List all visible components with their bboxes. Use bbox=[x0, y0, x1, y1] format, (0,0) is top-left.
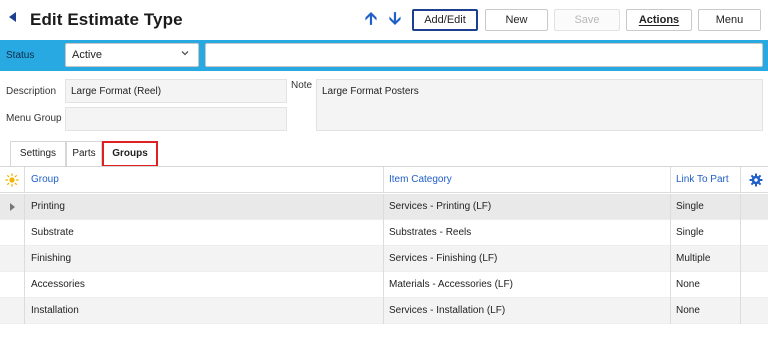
cell-link-to-part: Single bbox=[676, 201, 704, 212]
column-separator bbox=[383, 272, 384, 298]
status-text-input[interactable] bbox=[205, 43, 763, 67]
cell-link-to-part: None bbox=[676, 305, 700, 316]
cell-item-category: Materials - Accessories (LF) bbox=[389, 279, 513, 290]
table-row[interactable]: Accessories Materials - Accessories (LF)… bbox=[0, 272, 768, 298]
table-row[interactable]: Installation Services - Installation (LF… bbox=[0, 298, 768, 324]
expand-triangle-icon[interactable] bbox=[10, 203, 15, 211]
save-button[interactable]: Save bbox=[554, 9, 620, 31]
cell-item-category: Services - Installation (LF) bbox=[389, 305, 506, 316]
column-separator bbox=[24, 220, 25, 246]
actions-button[interactable]: Actions bbox=[626, 9, 692, 31]
status-bar: Status Active bbox=[0, 40, 768, 71]
menu-group-field[interactable] bbox=[65, 107, 287, 131]
cell-link-to-part: Multiple bbox=[676, 253, 711, 264]
column-separator bbox=[24, 246, 25, 272]
note-field[interactable]: Large Format Posters bbox=[316, 79, 763, 131]
column-separator bbox=[740, 246, 741, 272]
table-row[interactable]: Finishing Services - Finishing (LF) Mult… bbox=[0, 246, 768, 272]
sun-icon[interactable] bbox=[5, 173, 19, 187]
cell-group: Printing bbox=[31, 201, 65, 212]
column-separator bbox=[383, 167, 384, 193]
status-label: Status bbox=[6, 50, 35, 61]
add-edit-button[interactable]: Add/Edit bbox=[412, 9, 478, 31]
column-separator bbox=[740, 167, 741, 193]
description-label: Description bbox=[6, 86, 57, 97]
note-label: Note bbox=[291, 80, 313, 91]
actions-button-label: Actions bbox=[638, 14, 680, 26]
cell-item-category: Services - Finishing (LF) bbox=[389, 253, 498, 264]
tab-groups[interactable]: Groups bbox=[102, 141, 158, 167]
cell-link-to-part: None bbox=[676, 279, 700, 290]
tab-parts[interactable]: Parts bbox=[66, 141, 102, 167]
new-button[interactable]: New bbox=[485, 9, 548, 31]
column-separator bbox=[383, 246, 384, 272]
column-separator bbox=[670, 272, 671, 298]
column-separator bbox=[383, 194, 384, 220]
header-bar: Edit Estimate Type 🡩 🡫 Add/Edit New Save… bbox=[0, 0, 768, 40]
column-separator bbox=[383, 298, 384, 324]
grid-header-row: Group Item Category Link To Part bbox=[0, 167, 768, 193]
column-header-item-category[interactable]: Item Category bbox=[389, 167, 669, 193]
tab-settings[interactable]: Settings bbox=[10, 141, 66, 167]
cell-group: Accessories bbox=[31, 279, 85, 290]
column-header-link-to-part[interactable]: Link To Part bbox=[676, 167, 740, 193]
cell-item-category: Substrates - Reels bbox=[389, 227, 472, 238]
column-header-group[interactable]: Group bbox=[31, 167, 381, 193]
column-separator bbox=[383, 220, 384, 246]
column-separator bbox=[670, 246, 671, 272]
table-row[interactable]: Printing Services - Printing (LF) Single bbox=[0, 194, 768, 220]
column-separator bbox=[740, 298, 741, 324]
table-row[interactable]: Substrate Substrates - Reels Single bbox=[0, 220, 768, 246]
back-arrow-icon[interactable] bbox=[9, 12, 16, 22]
status-select-value: Active bbox=[72, 49, 102, 61]
column-separator bbox=[24, 194, 25, 220]
description-field[interactable]: Large Format (Reel) bbox=[65, 79, 287, 103]
menu-group-label: Menu Group bbox=[6, 113, 62, 124]
cell-group: Installation bbox=[31, 305, 79, 316]
page-title: Edit Estimate Type bbox=[30, 10, 183, 29]
column-separator bbox=[24, 298, 25, 324]
cell-group: Substrate bbox=[31, 227, 74, 238]
column-separator bbox=[670, 194, 671, 220]
column-separator bbox=[24, 167, 25, 193]
arrow-down-icon[interactable]: 🡫 bbox=[387, 9, 403, 29]
column-separator bbox=[740, 220, 741, 246]
cell-item-category: Services - Printing (LF) bbox=[389, 201, 492, 212]
column-separator bbox=[670, 220, 671, 246]
column-separator bbox=[740, 272, 741, 298]
status-select[interactable]: Active bbox=[65, 43, 199, 67]
cell-link-to-part: Single bbox=[676, 227, 704, 238]
column-separator bbox=[24, 272, 25, 298]
arrow-up-icon[interactable]: 🡩 bbox=[363, 9, 379, 29]
menu-button[interactable]: Menu bbox=[698, 9, 761, 31]
column-separator bbox=[740, 194, 741, 220]
column-separator bbox=[670, 298, 671, 324]
cell-group: Finishing bbox=[31, 253, 72, 264]
chevron-down-icon bbox=[181, 51, 189, 56]
gear-icon[interactable] bbox=[749, 173, 763, 187]
column-separator bbox=[670, 167, 671, 193]
